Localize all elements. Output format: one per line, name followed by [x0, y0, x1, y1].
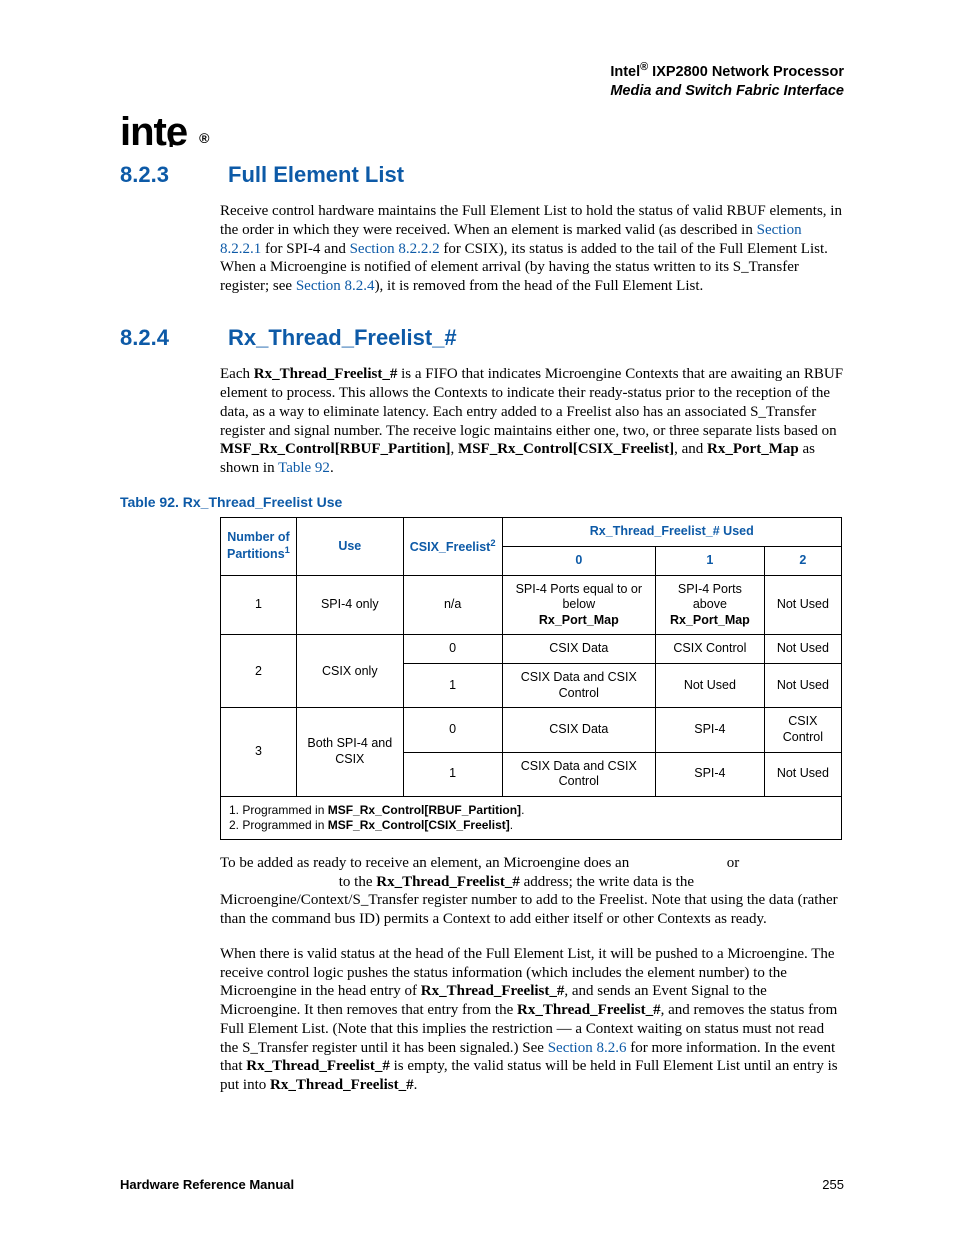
th-col-0: 0	[502, 546, 656, 575]
page-footer: Hardware Reference Manual 255	[120, 1177, 844, 1193]
paragraph-824c: When there is valid status at the head o…	[220, 945, 844, 1095]
table-row: 1 SPI-4 only n/a SPI-4 Ports equal to or…	[221, 575, 842, 635]
paragraph-823: Receive control hardware maintains the F…	[220, 202, 844, 296]
section-title: Full Element List	[228, 161, 404, 189]
section-heading-824: 8.2.4 Rx_Thread_Freelist_#	[120, 324, 844, 352]
footer-title: Hardware Reference Manual	[120, 1177, 294, 1193]
link-section-824[interactable]: Section 8.2.4	[296, 278, 375, 294]
page-header: Intel® IXP2800 Network Processor Media a…	[120, 60, 844, 101]
table-92-caption: Table 92. Rx_Thread_Freelist Use	[120, 494, 844, 512]
th-csix-freelist: CSIX_Freelist2	[403, 518, 502, 575]
paragraph-824a: Each Rx_Thread_Freelist_# is a FIFO that…	[220, 365, 844, 478]
header-subtitle: Media and Switch Fabric Interface	[610, 83, 844, 99]
link-section-8222[interactable]: Section 8.2.2.2	[350, 241, 440, 257]
link-table-92[interactable]: Table 92	[278, 460, 330, 476]
link-section-826[interactable]: Section 8.2.6	[548, 1040, 627, 1056]
th-use: Use	[296, 518, 403, 575]
table-footnotes: 1. Programmed in MSF_Rx_Control[RBUF_Par…	[221, 796, 842, 839]
th-freelist-used: Rx_Thread_Freelist_# Used	[502, 518, 841, 547]
table-row: 3 Both SPI-4 and CSIX 0 CSIX Data SPI-4 …	[221, 708, 842, 752]
intel-logo: intel®	[120, 107, 844, 157]
header-product: Intel® IXP2800 Network Processor	[610, 64, 844, 80]
th-col-1: 1	[656, 546, 765, 575]
table-92: Number ofPartitions1 Use CSIX_Freelist2 …	[220, 517, 842, 840]
section-heading-823: 8.2.3 Full Element List	[120, 161, 844, 189]
section-number: 8.2.4	[120, 324, 180, 352]
th-col-2: 2	[764, 546, 841, 575]
page-number: 255	[822, 1177, 844, 1193]
section-title: Rx_Thread_Freelist_#	[228, 324, 457, 352]
table-row: 2 CSIX only 0 CSIX Data CSIX Control Not…	[221, 635, 842, 664]
th-partitions: Number ofPartitions1	[221, 518, 297, 575]
paragraph-824b: To be added as ready to receive an eleme…	[220, 854, 844, 929]
section-number: 8.2.3	[120, 161, 180, 189]
